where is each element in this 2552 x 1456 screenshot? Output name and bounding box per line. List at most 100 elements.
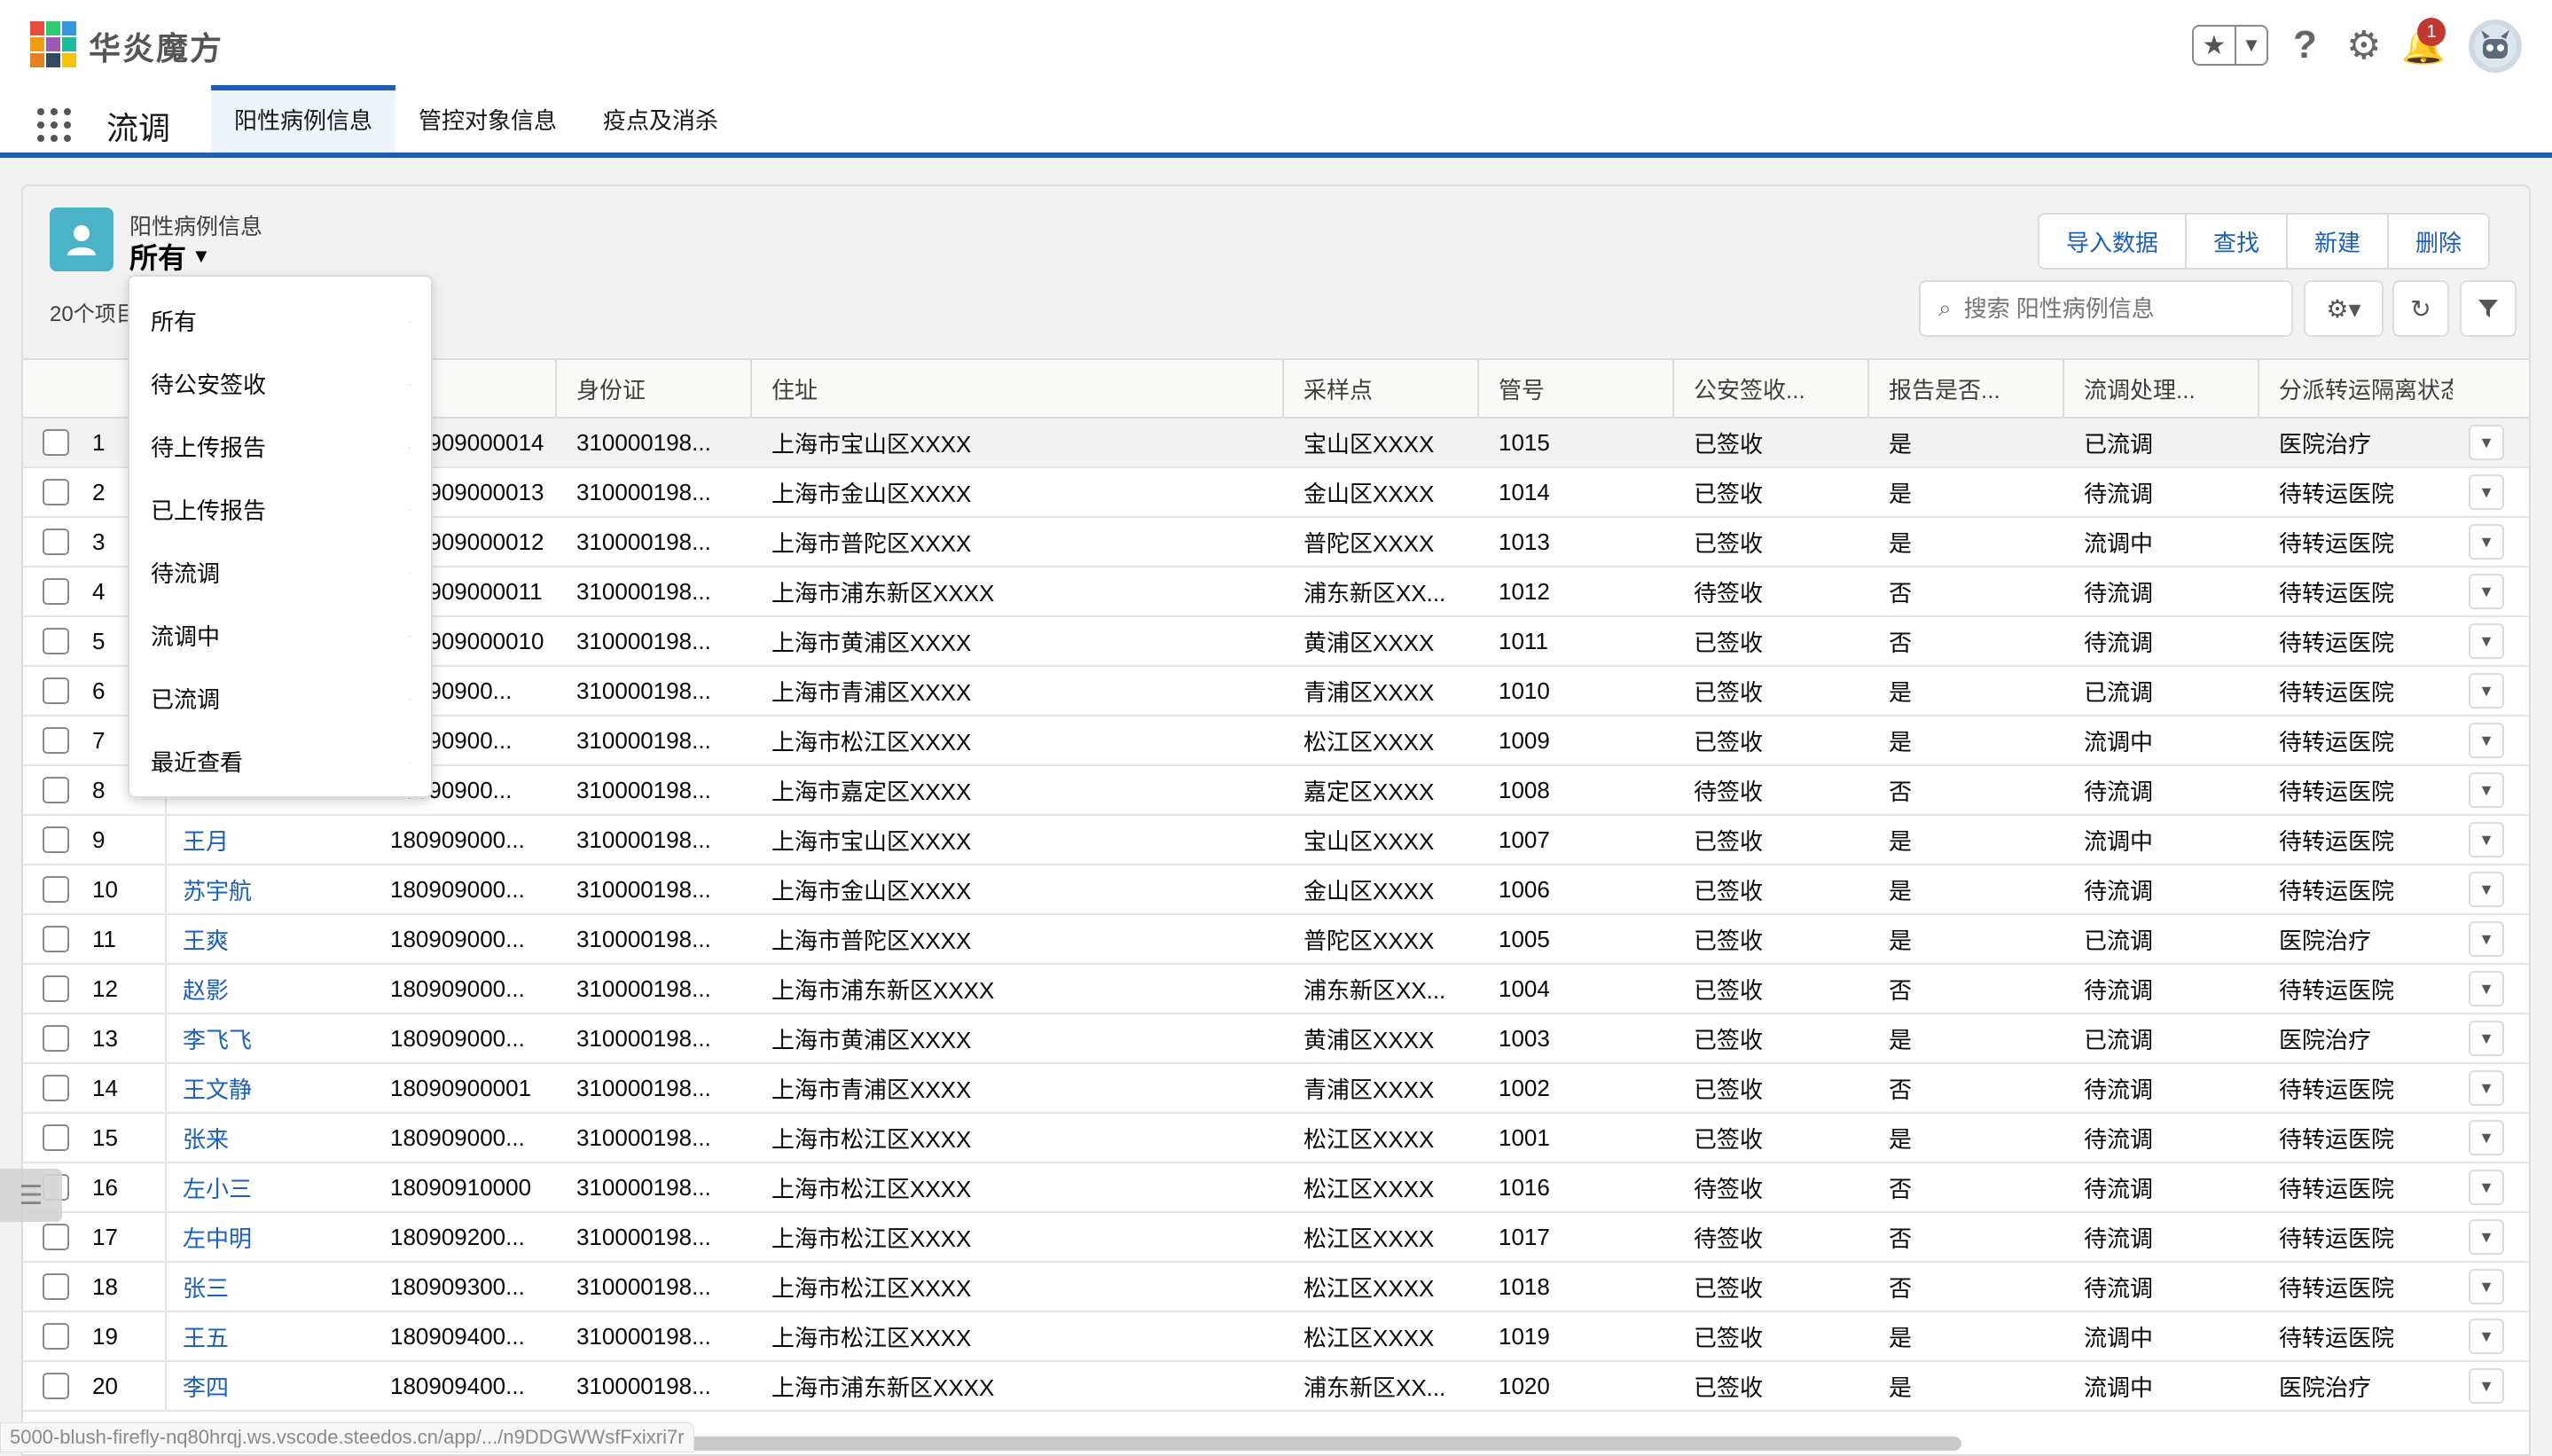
row-action-menu-icon[interactable]: ▼ [2469,1070,2504,1106]
row-checkbox[interactable] [43,777,69,803]
column-header-investigation-status[interactable]: 流调处理... [2063,360,2258,417]
row-checkbox[interactable] [43,1224,69,1250]
view-option[interactable]: 流调中 · [129,604,431,667]
search-input[interactable] [1963,294,2266,323]
row-checkbox[interactable] [43,1075,69,1101]
tab-epidemic-points[interactable]: 疫点及消杀 [580,85,741,153]
table-row[interactable]: 15 张来 180909000... 310000198... 上海市松江区XXXX 松江… [23,1114,2529,1163]
row-checkbox[interactable] [43,628,69,654]
sidebar-toggle-icon[interactable]: ☰ [0,1169,62,1222]
column-header-transfer-status[interactable]: 分派转运隔离状态 [2258,360,2453,417]
row-action-menu-icon[interactable]: ▼ [2469,623,2504,659]
cell-name[interactable]: 王五 [183,1312,378,1360]
table-row[interactable]: 9 王月 180909000... 310000198... 上海市宝山区XXXX 宝山区… [23,816,2529,865]
column-header-sampling-site[interactable]: 采样点 [1282,360,1477,417]
cell-name[interactable]: 张来 [183,1114,378,1162]
row-action-menu-icon[interactable]: ▼ [2469,673,2504,708]
view-option[interactable]: 待流调 · [129,541,431,604]
list-search[interactable]: ⌕ [1919,280,2293,337]
favorites-group[interactable]: ★ ▼ [2192,25,2268,66]
table-row[interactable]: 13 李飞飞 180909000... 310000198... 上海市黄浦区XXXX 黄… [23,1014,2529,1064]
star-icon[interactable]: ★ [2194,27,2236,64]
row-checkbox[interactable] [43,1373,69,1399]
row-action-menu-icon[interactable]: ▼ [2469,772,2504,808]
avatar[interactable] [2469,20,2522,73]
row-action-menu-icon[interactable]: ▼ [2469,1319,2504,1354]
view-option[interactable]: 最近查看 · [129,730,431,793]
row-checkbox[interactable] [43,1025,69,1052]
row-checkbox[interactable] [43,677,69,704]
refresh-button[interactable]: ↻ [2392,280,2449,337]
view-option[interactable]: 待公安签收 · [129,352,431,415]
cell-name[interactable]: 王爽 [183,915,378,963]
row-checkbox[interactable] [43,975,69,1002]
row-action-menu-icon[interactable]: ▼ [2469,723,2504,758]
view-option[interactable]: 已上传报告 · [129,478,431,541]
find-button[interactable]: 查找 [2187,215,2289,268]
cell-name[interactable]: 苏宇航 [183,865,378,913]
row-action-menu-icon[interactable]: ▼ [2469,1219,2504,1255]
row-checkbox[interactable] [43,528,69,555]
row-checkbox[interactable] [43,479,69,505]
row-action-menu-icon[interactable]: ▼ [2469,425,2504,460]
row-checkbox[interactable] [43,727,69,754]
tab-positive-cases[interactable]: 阳性病例信息 [211,85,396,153]
list-settings-button[interactable]: ⚙▾ [2304,280,2384,337]
row-checkbox[interactable] [43,826,69,853]
import-data-button[interactable]: 导入数据 [2039,215,2188,268]
column-header-police-receipt[interactable]: 公安签收... [1672,360,1867,417]
table-row[interactable]: 17 左中明 180909200... 310000198... 上海市松江区XXXX 松… [23,1213,2529,1263]
view-option[interactable]: 所有 · [129,289,431,352]
view-option[interactable]: 已流调 · [129,667,431,730]
row-checkbox[interactable] [43,578,69,605]
column-header-id-card[interactable]: 身份证 [555,360,750,417]
new-button[interactable]: 新建 [2288,215,2390,268]
cell-name[interactable]: 左小三 [183,1163,378,1211]
table-row[interactable]: 18 张三 180909300... 310000198... 上海市松江区XXXX 松江… [23,1263,2529,1312]
row-action-menu-icon[interactable]: ▼ [2469,1368,2504,1404]
table-row[interactable]: 19 王五 180909400... 310000198... 上海市松江区XXXX 松江… [23,1312,2529,1362]
list-view-selector[interactable]: 所有 ▼ [129,236,215,279]
row-action-menu-icon[interactable]: ▼ [2469,524,2504,560]
table-row[interactable]: 12 赵影 180909000... 310000198... 上海市浦东新区XXXX 浦… [23,965,2529,1014]
cell-name[interactable]: 李四 [183,1362,378,1410]
column-header-address[interactable]: 住址 [750,360,1282,417]
gear-icon[interactable]: ⚙ [2346,23,2381,68]
delete-button[interactable]: 删除 [2389,215,2489,268]
cell-name[interactable]: 李飞飞 [183,1014,378,1062]
app-logo[interactable] [30,21,76,67]
row-checkbox[interactable] [43,1273,69,1300]
view-option[interactable]: 待上传报告 · [129,415,431,478]
tab-controlled-persons[interactable]: 管控对象信息 [395,85,580,153]
row-action-menu-icon[interactable]: ▼ [2469,1269,2504,1304]
filter-button[interactable] [2460,280,2517,337]
cell-name[interactable]: 赵影 [183,965,378,1013]
app-launcher-icon[interactable] [37,108,71,142]
row-action-menu-icon[interactable]: ▼ [2469,921,2504,957]
row-action-menu-icon[interactable]: ▼ [2469,872,2504,907]
row-checkbox[interactable] [43,429,69,456]
row-checkbox[interactable] [43,1323,69,1350]
row-action-menu-icon[interactable]: ▼ [2469,971,2504,1006]
row-action-menu-icon[interactable]: ▼ [2469,822,2504,857]
row-action-menu-icon[interactable]: ▼ [2469,474,2504,510]
column-header-tube-number[interactable]: 管号 [1477,360,1672,417]
row-action-menu-icon[interactable]: ▼ [2469,574,2504,609]
table-row[interactable]: 16 左小三 18090910000 310000198... 上海市松江区XXXX 松江… [23,1163,2529,1213]
row-action-menu-icon[interactable]: ▼ [2469,1021,2504,1056]
row-checkbox[interactable] [43,926,69,952]
row-action-menu-icon[interactable]: ▼ [2469,1120,2504,1155]
cell-name[interactable]: 张三 [183,1263,378,1311]
column-header-report-uploaded[interactable]: 报告是否... [1867,360,2063,417]
cell-name[interactable]: 王月 [183,816,378,864]
cell-name[interactable]: 左中明 [183,1213,378,1261]
row-checkbox[interactable] [43,1124,69,1151]
cell-name[interactable]: 王文静 [183,1064,378,1112]
table-row[interactable]: 10 苏宇航 180909000... 310000198... 上海市金山区XXXX 金… [23,865,2529,915]
table-row[interactable]: 20 李四 180909400... 310000198... 上海市浦东新区XXXX 浦… [23,1362,2529,1412]
table-row[interactable]: 14 王文静 18090900001 310000198... 上海市青浦区XXXX 青浦… [23,1064,2529,1114]
question-icon[interactable]: ? [2293,23,2317,67]
table-row[interactable]: 11 王爽 180909000... 310000198... 上海市普陀区XXXX 普陀… [23,915,2529,965]
chevron-down-icon[interactable]: ▼ [2236,27,2266,64]
row-checkbox[interactable] [43,876,69,903]
